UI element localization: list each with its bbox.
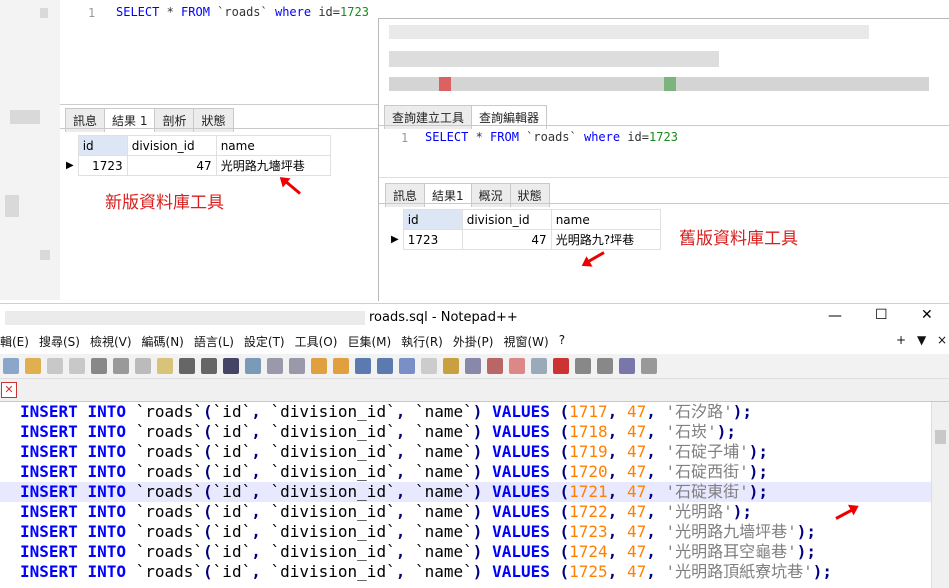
save-icon[interactable] <box>47 358 63 374</box>
column-header-division-id[interactable]: division_id <box>126 135 217 156</box>
line-number: 1 <box>401 131 409 145</box>
new-tool-caption: 新版資料庫工具 <box>105 193 224 213</box>
new-tab-button[interactable]: + <box>896 333 906 347</box>
udl-icon[interactable] <box>421 358 437 374</box>
menu-macro[interactable]: 巨集(M) <box>347 333 391 353</box>
monitor-icon[interactable] <box>509 358 525 374</box>
indent-guide-icon[interactable] <box>399 358 415 374</box>
zoom-out-icon[interactable] <box>289 358 305 374</box>
column-header-id[interactable]: id <box>402 209 463 230</box>
menu-settings[interactable]: 設定(T) <box>244 333 285 353</box>
doc-map-icon[interactable] <box>443 358 459 374</box>
preview-icon[interactable] <box>531 358 547 374</box>
code-line[interactable]: INSERT INTO `roads`(`id`, `division_id`,… <box>0 402 932 422</box>
menu-help[interactable]: ? <box>559 333 565 353</box>
menu-window[interactable]: 視窗(W) <box>503 333 548 353</box>
sql-query[interactable]: SELECT * FROM `roads` where id=1723 <box>425 130 678 144</box>
column-header-id[interactable]: id <box>77 135 128 156</box>
code-line[interactable]: INSERT INTO `roads`(`id`, `division_id`,… <box>0 562 932 582</box>
old-tool-window: 查詢建立工具 查詢編輯器 1 SELECT * FROM `roads` whe… <box>378 18 949 301</box>
wrap-icon[interactable] <box>355 358 371 374</box>
open-file-icon[interactable] <box>25 358 41 374</box>
play-macro-icon[interactable] <box>597 358 613 374</box>
menu-tools[interactable]: 工具(O) <box>295 333 338 353</box>
minimize-button[interactable]: — <box>828 308 842 324</box>
close-tab-icon[interactable]: ✕ <box>1 382 17 398</box>
code-line[interactable]: INSERT INTO `roads`(`id`, `division_id`,… <box>0 542 932 562</box>
red-arrow-icon <box>584 251 605 265</box>
paste-icon[interactable] <box>157 358 173 374</box>
toolbar <box>0 354 949 379</box>
cell-name[interactable]: 光明路九墻坪巷 <box>215 155 331 176</box>
code-line[interactable]: INSERT INTO `roads`(`id`, `division_id`,… <box>0 442 932 462</box>
sync-h-icon[interactable] <box>333 358 349 374</box>
cell-division-id[interactable]: 47 <box>126 155 217 176</box>
menu-language[interactable]: 語言(L) <box>194 333 234 353</box>
find-icon[interactable] <box>223 358 239 374</box>
replace-icon[interactable] <box>245 358 261 374</box>
vertical-scrollbar[interactable] <box>931 402 949 588</box>
undo-icon[interactable] <box>179 358 195 374</box>
show-all-icon[interactable] <box>377 358 393 374</box>
menu-run[interactable]: 執行(R) <box>401 333 443 353</box>
column-header-name[interactable]: name <box>550 209 661 230</box>
notepad-window: roads.sql - Notepad++ — ☐ ✕ 輯(E) 搜尋(S) 檢… <box>0 303 949 588</box>
cell-name[interactable]: 光明路九?坪巷 <box>550 229 661 250</box>
code-line[interactable]: INSERT INTO `roads`(`id`, `division_id`,… <box>0 462 932 482</box>
column-header-division-id[interactable]: division_id <box>461 209 552 230</box>
sync-v-icon[interactable] <box>311 358 327 374</box>
new-tool-result-grid: id division_id name ▶ 1723 47 光明路九墻坪巷 <box>62 135 331 176</box>
cut-icon[interactable] <box>113 358 129 374</box>
code-line[interactable]: INSERT INTO `roads`(`id`, `division_id`,… <box>0 502 932 522</box>
menu-view[interactable]: 檢視(V) <box>90 333 132 353</box>
cell-id[interactable]: 1723 <box>77 155 128 176</box>
maximize-button[interactable]: ☐ <box>875 307 888 323</box>
cell-division-id[interactable]: 47 <box>461 229 552 250</box>
new-file-icon[interactable] <box>3 358 19 374</box>
table-row[interactable]: ▶ 1723 47 光明路九墻坪巷 <box>62 155 331 176</box>
line-number: 1 <box>88 6 96 20</box>
menu-bar: 輯(E) 搜尋(S) 檢視(V) 編碼(N) 語言(L) 設定(T) 工具(O)… <box>0 333 949 353</box>
sql-query: SELECT * FROM `roads` where id=1723 <box>116 5 369 19</box>
folder-workspace-icon[interactable] <box>487 358 503 374</box>
menu-edit[interactable]: 輯(E) <box>0 333 29 353</box>
zoom-in-icon[interactable] <box>267 358 283 374</box>
redo-icon[interactable] <box>201 358 217 374</box>
red-arrow-icon <box>282 178 301 195</box>
row-pointer-icon: ▶ <box>66 160 74 171</box>
row-pointer-icon: ▶ <box>391 234 399 245</box>
save-macro-icon[interactable] <box>641 358 657 374</box>
old-tool-result-grid: id division_id name ▶ 1723 47 光明路九?坪巷 <box>387 209 661 250</box>
blurred-background <box>0 0 60 300</box>
cell-id[interactable]: 1723 <box>402 229 463 250</box>
dropdown-button[interactable]: ▼ <box>917 333 926 347</box>
column-header-name[interactable]: name <box>215 135 331 156</box>
print-icon[interactable] <box>91 358 107 374</box>
close-doc-button[interactable]: × <box>937 333 947 347</box>
record-macro-icon[interactable] <box>553 358 569 374</box>
run-multi-macro-icon[interactable] <box>619 358 635 374</box>
menu-plugins[interactable]: 外掛(P) <box>453 333 494 353</box>
close-button[interactable]: ✕ <box>921 307 933 323</box>
old-tool-caption: 舊版資料庫工具 <box>679 229 798 249</box>
save-all-icon[interactable] <box>69 358 85 374</box>
title-bar: roads.sql - Notepad++ — ☐ ✕ <box>0 304 949 332</box>
table-row[interactable]: ▶ 1723 47 光明路九?坪巷 <box>387 229 661 250</box>
stop-macro-icon[interactable] <box>575 358 591 374</box>
code-line[interactable]: INSERT INTO `roads`(`id`, `division_id`,… <box>0 422 932 442</box>
function-list-icon[interactable] <box>465 358 481 374</box>
copy-icon[interactable] <box>135 358 151 374</box>
code-editor[interactable]: INSERT INTO `roads`(`id`, `division_id`,… <box>0 402 932 588</box>
new-tool-query-editor[interactable]: 1 SELECT * FROM `roads` where id=1723 <box>60 0 380 104</box>
code-line[interactable]: INSERT INTO `roads`(`id`, `division_id`,… <box>0 482 932 502</box>
menu-encoding[interactable]: 編碼(N) <box>142 333 184 353</box>
code-line[interactable]: INSERT INTO `roads`(`id`, `division_id`,… <box>0 522 932 542</box>
window-title: roads.sql - Notepad++ <box>369 310 518 325</box>
document-tabs: ✕ <box>0 379 949 402</box>
menu-search[interactable]: 搜尋(S) <box>39 333 80 353</box>
